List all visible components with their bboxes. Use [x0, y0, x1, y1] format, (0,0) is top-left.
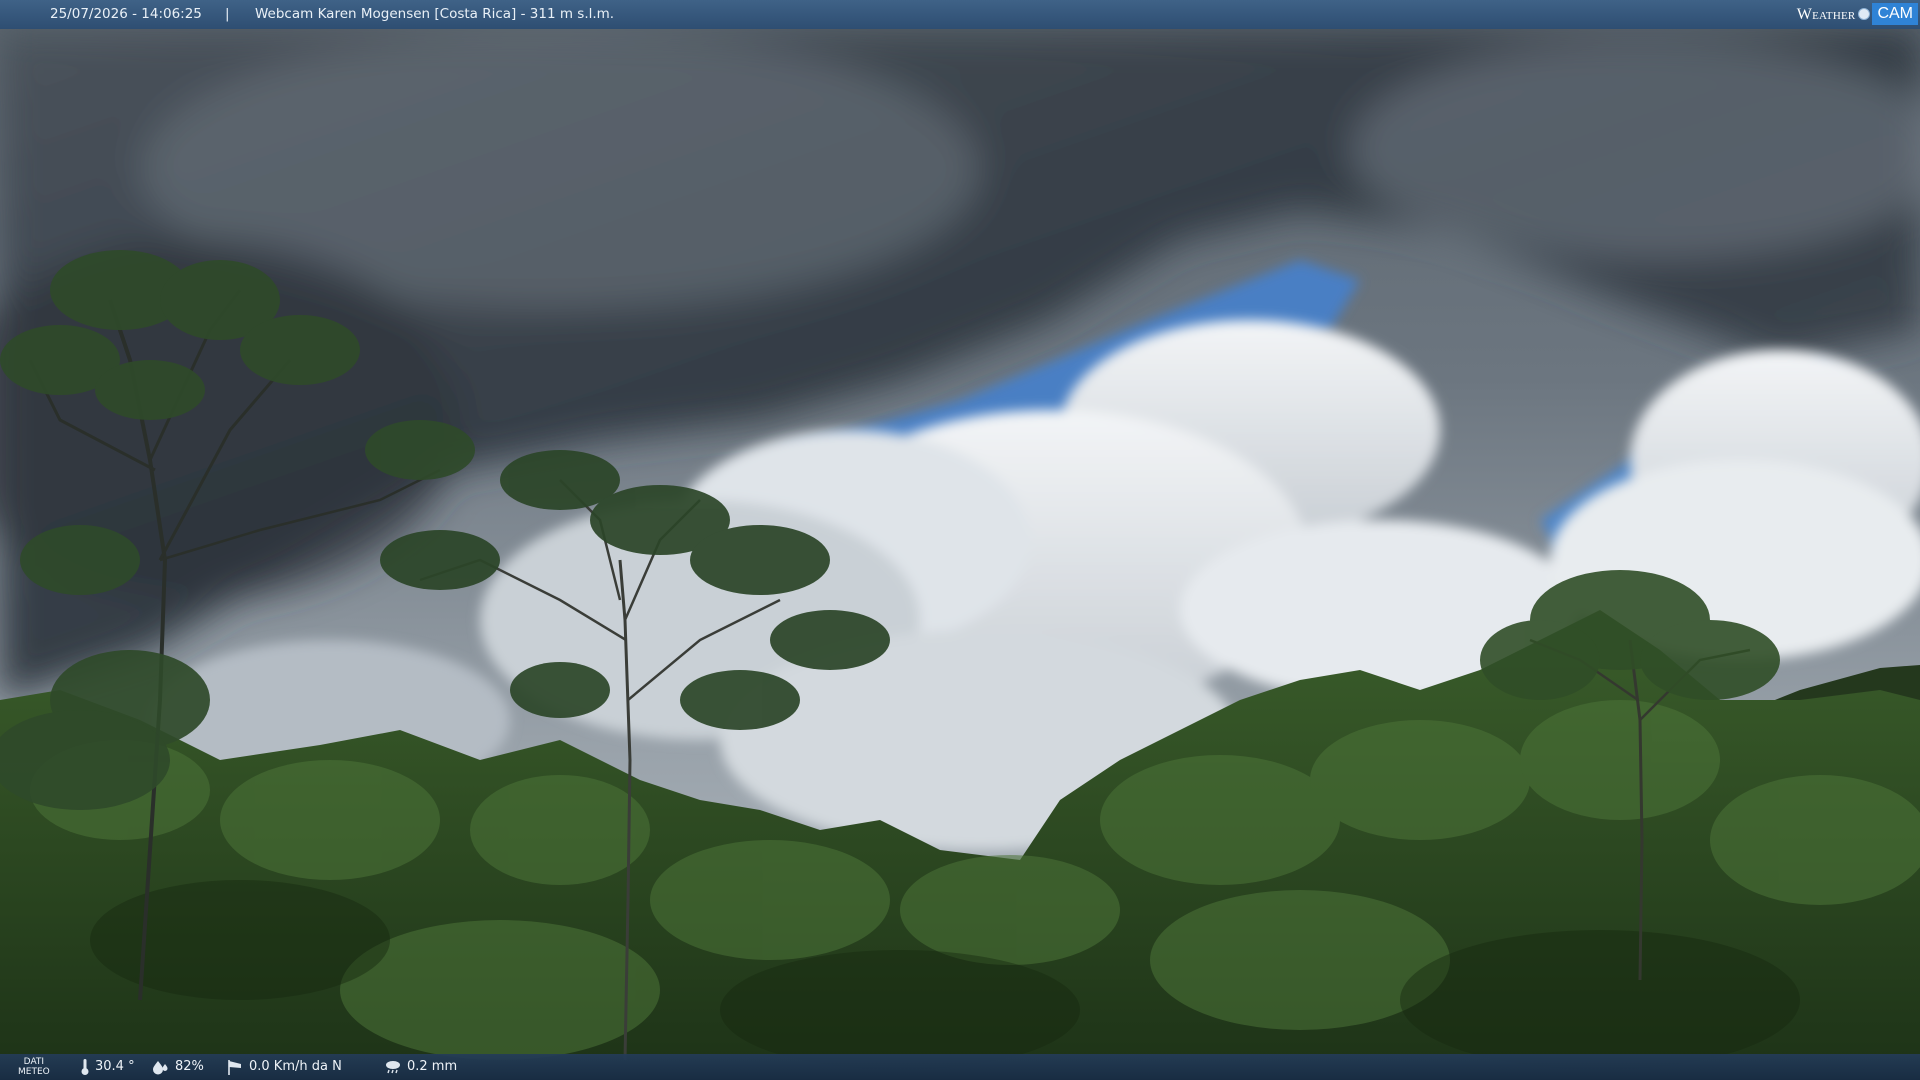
meteo-label: DATI METEO [18, 1057, 50, 1077]
thermometer-icon [81, 1059, 89, 1075]
humidity-reading: 82% [152, 1054, 204, 1080]
webcam-image [0, 0, 1920, 1080]
meteo-bar: DATI METEO 30.4 ° 82% 0.0 Km/h da N 0.2 … [0, 1054, 1920, 1080]
webcam-title: Webcam Karen Mogensen [Costa Rica] - 311… [255, 6, 615, 22]
humidity-drop-icon [153, 1061, 168, 1075]
logo-text-cam: CAM [1872, 3, 1918, 25]
rain-cloud-icon [386, 1061, 400, 1074]
temperature-value: 30.4 ° [95, 1059, 135, 1074]
weathercam-logo: Weather CAM [1797, 2, 1918, 26]
wind-sock-icon [228, 1060, 241, 1075]
temperature-reading: 30.4 ° [80, 1054, 135, 1080]
wind-value: 0.0 Km/h da N [249, 1059, 342, 1074]
humidity-value: 82% [175, 1059, 204, 1074]
timestamp: 25/07/2026 - 14:06:25 [50, 6, 202, 22]
webcam-frame: 25/07/2026 - 14:06:25 | Webcam Karen Mog… [0, 0, 1920, 1080]
separator: | [225, 6, 230, 22]
rain-reading: 0.2 mm [384, 1054, 457, 1080]
logo-text-weather: Weather [1796, 5, 1856, 23]
top-info-bar: 25/07/2026 - 14:06:25 | Webcam Karen Mog… [0, 0, 1920, 29]
wind-reading: 0.0 Km/h da N [226, 1054, 342, 1080]
sun-globe-icon [1858, 8, 1871, 20]
rain-value: 0.2 mm [407, 1059, 458, 1074]
